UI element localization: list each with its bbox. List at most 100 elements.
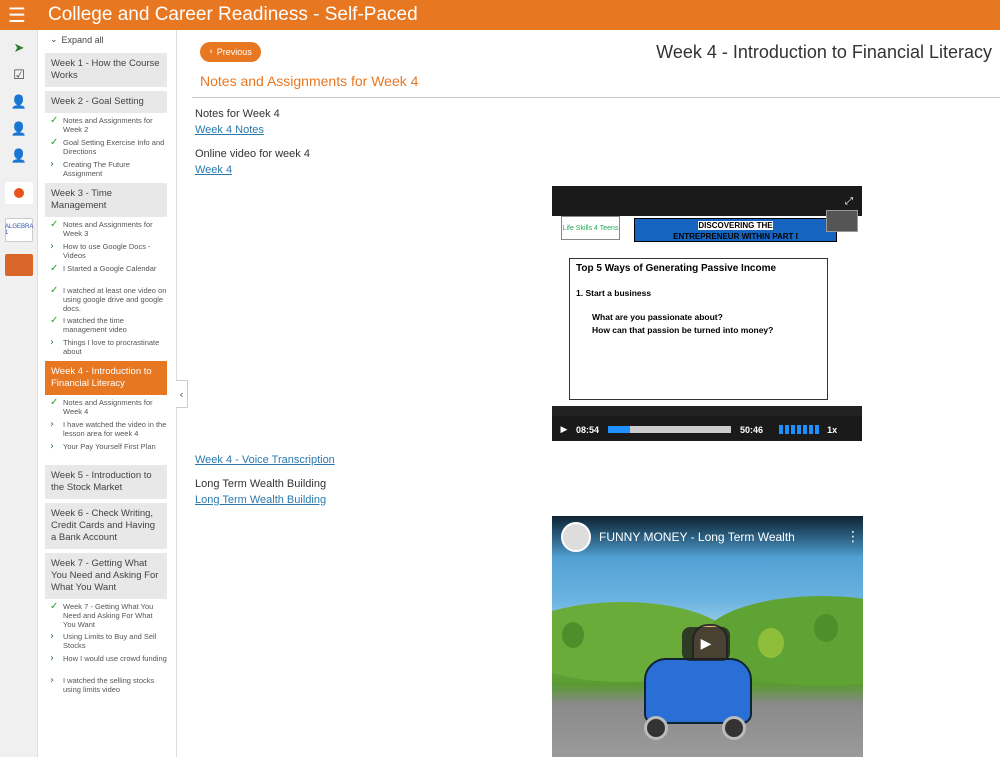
section-title: Notes and Assignments for Week 4	[200, 73, 419, 89]
sidebar-activity-label: Things I love to procrastinate about	[63, 338, 160, 356]
course-outline-sidebar: ⌄ Expand all Week 1 - How the Course Wor…	[38, 30, 177, 757]
volume-slider[interactable]	[779, 425, 820, 434]
cartoon-car	[644, 658, 752, 724]
sidebar-week-item[interactable]: Week 4 - Introduction to Financial Liter…	[45, 361, 167, 395]
video-label: Online video for week 4	[195, 148, 310, 160]
wealth-label: Long Term Wealth Building	[195, 478, 327, 490]
course-logo-icon[interactable]	[5, 254, 33, 276]
algebra-course-logo[interactable]: ALGEBRA 1	[5, 218, 33, 242]
sidebar-activity-item[interactable]: ✓ Week 7 - Getting What You Need and Aski…	[50, 601, 167, 629]
car-wheel	[722, 716, 746, 740]
slide-title: Top 5 Ways of Generating Passive Income	[576, 263, 777, 274]
sidebar-activity-label: Notes and Assignments for Week 2	[63, 116, 153, 134]
more-options-icon[interactable]: ⋮	[843, 529, 863, 545]
video-controls: ▶ 08:54 50:46 1x	[552, 418, 862, 441]
app-title: College and Career Readiness - Self-Pace…	[48, 4, 418, 25]
course-logo-icon[interactable]	[5, 182, 33, 204]
slide-question: How can that passion be turned into mone…	[592, 325, 774, 335]
current-time: 08:54	[576, 424, 600, 435]
sidebar-activity-item[interactable]: › Creating The Future Assignment	[50, 159, 167, 179]
youtube-video-player[interactable]: FUNNY MONEY - Long Term Wealth ⋮ ▶	[552, 516, 863, 757]
seek-bar[interactable]	[608, 426, 732, 433]
checkmark-icon: ✓	[50, 137, 59, 148]
total-time: 50:46	[740, 424, 764, 435]
sidebar-week-item[interactable]: Week 2 - Goal Setting	[45, 91, 167, 113]
play-icon[interactable]: ▶	[552, 425, 576, 435]
video-banner: DISCOVERING THE ENTREPRENEUR WITHIN PART…	[634, 218, 837, 242]
chevron-right-icon: ›	[50, 441, 54, 452]
sidebar-activity-label: How I would use crowd funding	[63, 654, 167, 663]
person-icon[interactable]: 👤	[4, 90, 34, 114]
sidebar-activity-item[interactable]: ✓ Goal Setting Exercise Info and Directio…	[50, 137, 167, 157]
navigation-arrow-icon[interactable]: ➤	[4, 36, 34, 60]
channel-avatar[interactable]	[561, 522, 591, 552]
sidebar-activity-item[interactable]: ✓ Notes and Assignments for Week 4	[50, 397, 167, 417]
car-wheel	[644, 716, 668, 740]
checkmark-icon: ✓	[50, 115, 59, 126]
taskbar-strip	[552, 406, 862, 416]
sidebar-activity-item[interactable]: ✓ Notes and Assignments for Week 2	[50, 115, 167, 135]
banner-line-1: DISCOVERING THE	[698, 221, 773, 230]
chevron-right-icon: ›	[50, 653, 54, 664]
fullscreen-icon[interactable]: ⤢	[845, 196, 853, 207]
video-link[interactable]: Week 4	[195, 164, 232, 176]
sidebar-activity-label: Goal Setting Exercise Info and Direction…	[63, 138, 165, 156]
sidebar-activity-item[interactable]: › Things I love to procrastinate about	[50, 337, 167, 357]
sidebar-activity-item[interactable]: ✓ Notes and Assignments for Week 3	[50, 219, 167, 239]
presenter-webcam	[826, 210, 858, 232]
sidebar-activity-label: I watched at least one video on using go…	[63, 286, 167, 313]
scenery-tree	[758, 628, 784, 658]
playback-speed[interactable]: 1x	[827, 425, 837, 435]
checkbox-icon[interactable]: ☑	[4, 63, 34, 87]
slide-step: 1. Start a business	[576, 288, 652, 298]
sidebar-activity-item[interactable]: › How to use Google Docs - Videos	[50, 241, 167, 261]
sidebar-activity-item[interactable]: ✓ I watched at least one video on using g…	[50, 285, 167, 313]
sidebar-activity-label: Notes and Assignments for Week 3	[63, 220, 153, 238]
sidebar-activity-item[interactable]: ✓ I watched the time management video	[50, 315, 167, 335]
sidebar-activity-item[interactable]: › How I would use crowd funding	[50, 653, 167, 673]
sidebar-activity-item[interactable]: › I watched the selling stocks using limi…	[50, 675, 167, 695]
sidebar-week-item[interactable]: Week 7 - Getting What You Need and Askin…	[45, 553, 167, 599]
chevron-right-icon: ›	[50, 419, 54, 430]
chevron-right-icon: ›	[50, 675, 54, 686]
page-title: Week 4 - Introduction to Financial Liter…	[656, 42, 992, 62]
expand-all-label: Expand all	[61, 35, 104, 45]
sidebar-week-item[interactable]: Week 5 - Introduction to the Stock Marke…	[45, 465, 167, 499]
video-frame: Life Skills 4 Teens DISCOVERING THE ENTR…	[552, 216, 862, 406]
sidebar-activity-item[interactable]: › I have watched the video in the lesson …	[50, 419, 167, 439]
slide-question: What are you passionate about?	[592, 312, 723, 322]
sidebar-activity-item[interactable]: › Using Limits to Buy and Sell Stocks	[50, 631, 167, 651]
checkmark-icon: ✓	[50, 285, 59, 296]
sidebar-activity-label: I watched the time management video	[63, 316, 127, 334]
main-content: ‹ Previous Week 4 - Introduction to Fina…	[177, 30, 1000, 757]
person-icon[interactable]: 👤	[4, 117, 34, 141]
menu-icon[interactable]: ☰	[0, 0, 34, 30]
slide-content: Top 5 Ways of Generating Passive Income …	[569, 258, 828, 400]
previous-button[interactable]: ‹ Previous	[200, 42, 261, 62]
seek-bar-fill	[608, 426, 630, 433]
notes-link[interactable]: Week 4 Notes	[195, 124, 264, 136]
banner-line-2: ENTREPRENEUR WITHIN PART I	[673, 232, 798, 241]
sidebar-activity-label: Creating The Future Assignment	[63, 160, 130, 178]
sidebar-week-item[interactable]: Week 1 - How the Course Works	[45, 53, 167, 87]
video-title[interactable]: FUNNY MONEY - Long Term Wealth	[599, 530, 843, 544]
video-title-bar: FUNNY MONEY - Long Term Wealth ⋮	[552, 516, 863, 558]
chevron-right-icon: ›	[50, 337, 54, 348]
wealth-link[interactable]: Long Term Wealth Building	[195, 494, 326, 506]
person-icon[interactable]: 👤	[4, 144, 34, 168]
outline-list: Week 1 - How the Course Works Week 2 - Go…	[38, 53, 176, 695]
sidebar-activity-label: How to use Google Docs - Videos	[63, 242, 151, 260]
lecture-video-player[interactable]: Life Skills 4 Teens DISCOVERING THE ENTR…	[552, 186, 862, 441]
transcription-link[interactable]: Week 4 - Voice Transcription	[195, 454, 335, 466]
play-icon[interactable]: ▶	[682, 627, 730, 661]
chevron-left-icon: ‹	[209, 47, 213, 57]
sidebar-week-item[interactable]: Week 6 - Check Writing, Credit Cards and…	[45, 503, 167, 549]
checkmark-icon: ✓	[50, 397, 59, 408]
expand-all-toggle[interactable]: ⌄ Expand all	[38, 30, 176, 49]
checkmark-icon: ✓	[50, 263, 59, 274]
sidebar-week-item[interactable]: Week 3 - Time Management	[45, 183, 167, 217]
divider	[192, 97, 1000, 98]
sidebar-activity-item[interactable]: › Your Pay Yourself First Plan	[50, 441, 167, 461]
icon-rail: ➤ ☑ 👤 👤 👤 ALGEBRA 1	[0, 30, 38, 757]
sidebar-activity-item[interactable]: ✓ I Started a Google Calendar	[50, 263, 167, 283]
